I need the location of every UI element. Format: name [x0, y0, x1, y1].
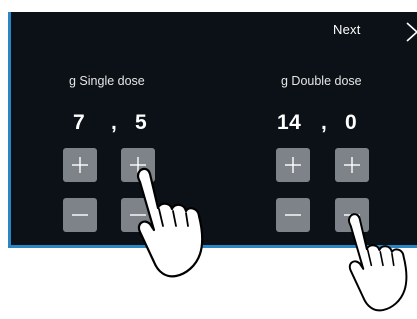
double-dose-decimal: 0 — [345, 111, 358, 134]
single-dose-separator: , — [111, 111, 118, 134]
double-decimal-plus-button[interactable] — [335, 148, 369, 182]
single-integer-minus-button[interactable] — [63, 198, 97, 232]
double-dose-separator: , — [321, 111, 328, 134]
pointing-hand-icon — [136, 167, 204, 278]
single-dose-integer: 7 — [73, 111, 86, 134]
double-dose-label: g Double dose — [281, 74, 362, 88]
single-dose-decimal: 5 — [135, 111, 148, 134]
plus-icon — [344, 157, 360, 173]
single-dose-label: g Single dose — [69, 74, 145, 88]
plus-icon — [72, 157, 88, 173]
single-integer-plus-button[interactable] — [63, 148, 97, 182]
double-integer-minus-button[interactable] — [276, 198, 310, 232]
chevron-right-icon[interactable] — [405, 21, 417, 48]
pointing-hand-icon — [347, 213, 408, 312]
minus-icon — [72, 214, 88, 216]
minus-icon — [285, 214, 301, 216]
next-button-label[interactable]: Next — [333, 22, 361, 37]
plus-icon — [285, 157, 301, 173]
double-dose-integer: 14 — [277, 111, 302, 134]
double-integer-plus-button[interactable] — [276, 148, 310, 182]
stage: Next g Single dose 7 , 5 g Double dose 1… — [0, 0, 417, 319]
